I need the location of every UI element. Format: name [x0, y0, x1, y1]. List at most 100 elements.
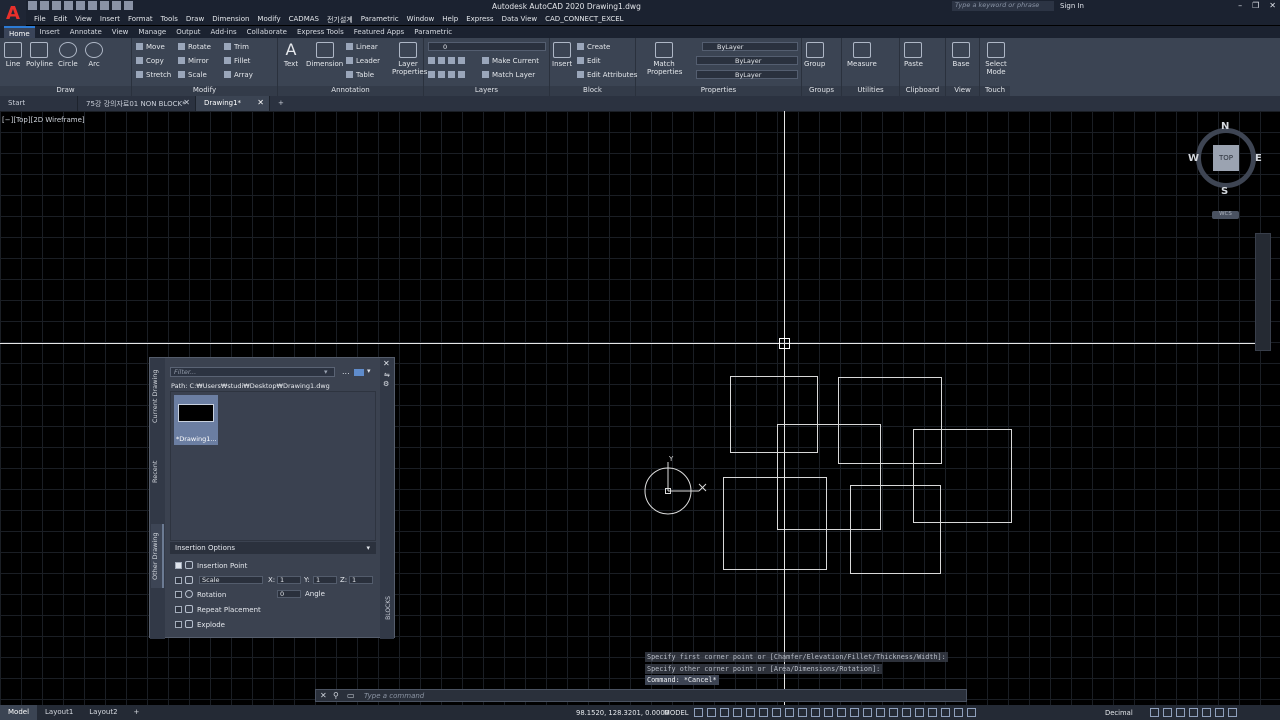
scale-option[interactable] [175, 576, 197, 585]
object-snap-icon[interactable] [798, 708, 807, 717]
ucs-y-label: Y [668, 455, 674, 463]
scale-z-input[interactable]: 1 [349, 576, 373, 584]
annotation-visibility-icon[interactable] [902, 708, 911, 717]
insertion-point-icon [185, 561, 193, 569]
filter-dropdown-icon[interactable]: ▾ [324, 368, 328, 376]
transparency-icon[interactable] [824, 708, 833, 717]
customize-icon[interactable]: ⚲ [333, 691, 339, 700]
crosshair-horizontal [0, 343, 1256, 344]
scale-checkbox[interactable] [175, 577, 182, 584]
command-history-line: Command: *Cancel* [645, 675, 719, 685]
scale-y-input[interactable]: 1 [313, 576, 337, 584]
lock-ui-icon[interactable] [1163, 708, 1172, 717]
block-gallery: *Drawing1... [170, 391, 376, 541]
polar-icon[interactable] [759, 708, 768, 717]
recent-commands-icon[interactable]: ▭ [347, 691, 355, 700]
command-history-line: Specify other corner point or [Area/Dime… [645, 663, 883, 674]
tab-model[interactable]: Model [0, 705, 38, 720]
rectangle [913, 429, 1012, 523]
viewport-controls[interactable]: [−][Top][2D Wireframe] [2, 116, 85, 124]
rotation-angle-label: Angle [305, 590, 325, 598]
palette-title-strip: ✕ ⇋ ⚙ BLOCKS [380, 358, 394, 639]
rotation-input[interactable]: 0 [277, 590, 301, 598]
scale-x-input[interactable]: 1 [277, 576, 301, 584]
coordinate-readout[interactable]: 98.1520, 128.3201, 0.0000 [576, 709, 669, 717]
scale-icon [185, 576, 193, 584]
explode-option[interactable]: Explode [175, 620, 225, 629]
viewcube-top-face[interactable]: TOP [1213, 145, 1239, 171]
filter-input[interactable]: Filter... [170, 367, 335, 377]
repeat-placement-option[interactable]: Repeat Placement [175, 605, 261, 614]
annotation-monitor-icon[interactable] [954, 708, 963, 717]
quick-properties-icon[interactable] [1150, 708, 1159, 717]
compass-south[interactable]: S [1221, 186, 1228, 197]
collapse-icon: ▾ [366, 544, 370, 552]
close-command-icon[interactable]: ✕ [320, 691, 327, 700]
units-icon[interactable] [967, 708, 976, 717]
customization-icon[interactable] [1215, 708, 1224, 717]
lineweight-icon[interactable] [811, 708, 820, 717]
add-layout-button[interactable]: + [126, 705, 148, 720]
units-dropdown[interactable]: Decimal [1105, 709, 1133, 717]
palette-close-icon[interactable]: ✕ [383, 359, 390, 368]
compass-east[interactable]: E [1255, 153, 1262, 164]
view-options-icon[interactable]: ▾ [367, 367, 371, 375]
wcs-menu[interactable]: WCS [1212, 211, 1239, 219]
rotation-icon [185, 590, 193, 598]
rotation-checkbox[interactable] [175, 591, 182, 598]
selection-cycling-icon[interactable] [837, 708, 846, 717]
isolate-objects-icon[interactable] [1176, 708, 1185, 717]
app-logo[interactable]: A [0, 0, 26, 26]
object-snap-tracking-icon[interactable] [785, 708, 794, 717]
palette-autohide-icon[interactable]: ⇋ [384, 371, 390, 379]
isodraft-icon[interactable] [772, 708, 781, 717]
insertion-point-checkbox[interactable] [175, 562, 182, 569]
gizmo-icon[interactable] [889, 708, 898, 717]
command-input[interactable]: Type a command [364, 692, 424, 700]
palette-title: BLOCKS [385, 596, 392, 620]
grid-icon[interactable] [694, 708, 703, 717]
annotation-scale-icon[interactable] [928, 708, 937, 717]
clean-screen-icon[interactable] [1202, 708, 1211, 717]
scale-z-label: Z: [340, 576, 348, 584]
ucs-icon [644, 462, 707, 515]
command-history: Specify first corner point or [Chamfer/E… [645, 652, 965, 687]
model-space-toggle[interactable]: MODEL [664, 709, 689, 717]
block-thumbnail[interactable]: *Drawing1... [174, 395, 218, 445]
navigation-bar[interactable] [1255, 233, 1271, 351]
rectangle [730, 376, 818, 453]
browse-button[interactable]: ... [342, 367, 350, 376]
hamburger-menu-icon[interactable] [1228, 708, 1237, 717]
thumbnail-view-icon[interactable] [354, 369, 364, 376]
explode-checkbox[interactable] [175, 621, 182, 628]
auto-scale-icon[interactable] [915, 708, 924, 717]
selection-filter-icon[interactable] [876, 708, 885, 717]
rectangle [838, 377, 942, 464]
insertion-point-option[interactable]: Insertion Point [175, 561, 247, 570]
status-toggles [694, 708, 976, 717]
workspace-icon[interactable] [941, 708, 950, 717]
tab-layout2[interactable]: Layout2 [81, 705, 125, 720]
3d-osnap-icon[interactable] [850, 708, 859, 717]
blocks-palette: Current Drawing Recent Other Drawing ✕ ⇋… [149, 357, 395, 639]
compass-west[interactable]: W [1188, 153, 1199, 164]
viewcube[interactable]: TOP N S E W [1188, 120, 1264, 200]
snap-icon[interactable] [707, 708, 716, 717]
tab-recent[interactable]: Recent [151, 454, 164, 490]
repeat-placement-checkbox[interactable] [175, 606, 182, 613]
scale-dropdown[interactable]: Scale [199, 576, 263, 584]
dynamic-ucs-icon[interactable] [863, 708, 872, 717]
ortho-icon[interactable] [746, 708, 755, 717]
insertion-options-header[interactable]: Insertion Options ▾ [170, 542, 376, 554]
tab-layout1[interactable]: Layout1 [37, 705, 81, 720]
infer-constraints-icon[interactable] [720, 708, 729, 717]
tab-current-drawing[interactable]: Current Drawing [151, 366, 164, 426]
tab-other-drawing[interactable]: Other Drawing [151, 524, 164, 588]
dynamic-input-icon[interactable] [733, 708, 742, 717]
rotation-option[interactable]: Rotation [175, 590, 226, 599]
palette-settings-icon[interactable]: ⚙ [383, 380, 389, 388]
block-thumbnail-label: *Drawing1... [176, 435, 217, 443]
compass-north[interactable]: N [1221, 121, 1229, 132]
palette-side-tabs: Current Drawing Recent Other Drawing [150, 358, 165, 639]
graphics-performance-icon[interactable] [1189, 708, 1198, 717]
